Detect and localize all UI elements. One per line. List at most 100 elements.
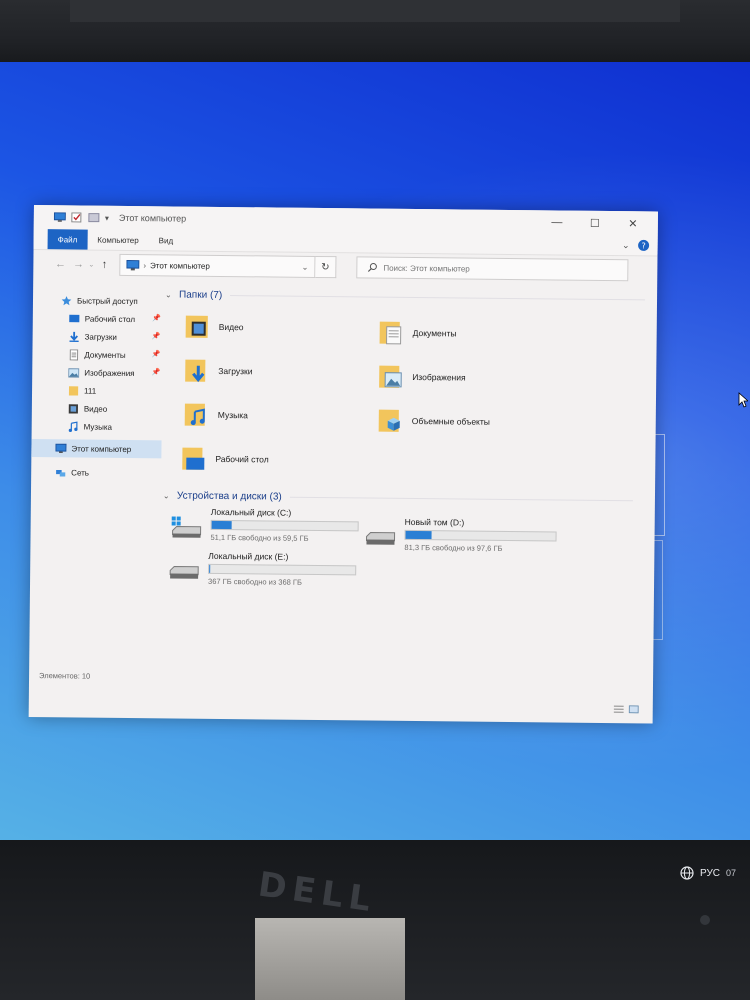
drive-icon (365, 532, 396, 545)
search-box[interactable] (356, 256, 629, 282)
folder-desktop[interactable]: Рабочий стол (179, 445, 269, 474)
large-icons-view-icon[interactable] (628, 705, 639, 714)
folder-videos[interactable]: Видео (183, 313, 244, 342)
file-explorer-window: ▾ Этот компьютер — ☐ ✕ Файл Компьютер Ви… (28, 205, 658, 724)
monitor-top-bezel (0, 0, 750, 70)
sidebar-item-111[interactable]: 111 (32, 381, 162, 400)
help-icon[interactable]: ? (638, 239, 650, 251)
tab-file[interactable]: Файл (47, 229, 88, 250)
language-indicator[interactable]: РУС (700, 868, 720, 879)
forward-button[interactable]: → (69, 255, 87, 273)
clock[interactable]: 07 (726, 868, 736, 878)
sidebar-item-label: Рабочий стол (84, 314, 136, 324)
expand-ribbon-icon[interactable]: ⌄ (622, 240, 630, 251)
sidebar-item-desktop[interactable]: Рабочий стол 📌 (33, 309, 163, 328)
details-view-icon[interactable] (613, 705, 624, 713)
downloads-folder-icon (185, 359, 206, 383)
system-tray: РУС 07 (680, 858, 750, 888)
image-icon (68, 367, 80, 378)
address-dropdown-icon[interactable]: ⌄ (302, 262, 309, 271)
drive-c[interactable]: Локальный диск (C:) 51,1 ГБ свободно из … (170, 506, 359, 543)
sidebar-item-label: Документы (84, 350, 126, 360)
globe-icon[interactable] (680, 866, 694, 880)
mouse-cursor-icon (738, 392, 748, 408)
address-bar[interactable]: › Этот компьютер ⌄ (119, 253, 316, 278)
sidebar-item-this-pc[interactable]: Этот компьютер (31, 438, 162, 459)
pin-icon[interactable]: 📌 (152, 350, 161, 358)
breadcrumb[interactable]: Этот компьютер (150, 261, 210, 271)
sidebar-item-label: Изображения (84, 368, 135, 378)
storage-bar (210, 519, 359, 532)
maximize-button[interactable]: ☐ (576, 211, 614, 235)
computer-icon (55, 443, 67, 453)
pin-icon[interactable]: 📌 (151, 368, 160, 376)
sidebar-item-label: Загрузки (84, 332, 117, 342)
search-icon (367, 263, 377, 272)
view-switcher (613, 705, 639, 714)
documents-folder-icon (379, 321, 402, 345)
star-icon (61, 295, 72, 305)
pictures-folder-icon (379, 365, 402, 388)
up-button[interactable]: ↑ (95, 256, 113, 274)
sidebar-item-downloads[interactable]: Загрузки 📌 (33, 327, 163, 346)
chevron-down-icon[interactable]: ⌄ (165, 290, 175, 299)
power-indicator (700, 915, 710, 925)
pin-icon[interactable]: 📌 (152, 314, 161, 322)
window-title: Этот компьютер (118, 212, 187, 224)
sidebar-item-pictures[interactable]: Изображения 📌 (32, 363, 162, 382)
drive-icon (169, 565, 199, 579)
chevron-down-icon[interactable]: ⌄ (163, 491, 173, 500)
folder-icon (68, 385, 79, 396)
storage-bar-fill (405, 530, 432, 540)
storage-bar-fill (209, 564, 211, 573)
content-pane: ⌄ Папки (7) Видео Документы Загрузки Изо… (161, 286, 646, 681)
customize-toolbar-icon[interactable]: ▾ (105, 213, 109, 222)
folder-pictures[interactable]: Изображения (376, 363, 466, 392)
sidebar-item-label: Быстрый доступ (76, 295, 138, 306)
sidebar-item-videos[interactable]: Видео (32, 399, 162, 418)
recent-locations-button[interactable]: ⌄ (87, 256, 95, 274)
breadcrumb-separator-icon[interactable]: › (143, 261, 146, 270)
folder-music[interactable]: Музыка (182, 401, 248, 430)
new-folder-icon[interactable] (88, 213, 100, 223)
storage-bar (208, 563, 357, 576)
desktop-folder-icon (182, 447, 205, 470)
properties-icon[interactable] (71, 212, 83, 223)
back-button[interactable]: ← (51, 255, 69, 273)
sidebar-item-music[interactable]: Музыка (32, 417, 162, 436)
document-icon (69, 348, 79, 360)
windows-drive-icon (171, 516, 202, 538)
tab-computer[interactable]: Компьютер (87, 230, 149, 251)
close-button[interactable]: ✕ (614, 211, 652, 235)
status-bar-item-count: Элементов: 10 (39, 671, 91, 681)
minimize-button[interactable]: — (538, 210, 576, 234)
search-input[interactable] (383, 263, 604, 275)
folder-downloads[interactable]: Загрузки (182, 357, 253, 386)
refresh-button[interactable]: ↻ (315, 255, 337, 279)
quick-access-toolbar: ▾ (53, 212, 109, 223)
desktop-icon (69, 314, 80, 322)
drive-d[interactable]: Новый том (D:) 81,3 ГБ свободно из 97,6 … (364, 516, 557, 553)
sidebar-item-label: Музыка (83, 422, 113, 432)
storage-bar (404, 529, 557, 542)
navigation-pane: Быстрый доступ Рабочий стол 📌 Загрузки 📌… (29, 285, 163, 676)
sidebar-item-documents[interactable]: Документы 📌 (32, 345, 162, 364)
tab-view[interactable]: Вид (149, 230, 184, 250)
folders-group-header[interactable]: ⌄ Папки (7) (165, 286, 646, 307)
drives-group-header[interactable]: ⌄ Устройства и диски (3) (163, 487, 633, 508)
sidebar-item-label: 111 (84, 386, 97, 396)
sidebar-item-label: Видео (83, 404, 108, 414)
pin-icon[interactable]: 📌 (152, 332, 161, 340)
music-icon (68, 420, 78, 432)
network-icon (56, 469, 66, 477)
folder-documents[interactable]: Документы (377, 319, 457, 348)
folder-3d-objects[interactable]: Объемные объекты (376, 407, 490, 436)
window-controls: — ☐ ✕ (538, 210, 652, 235)
sidebar-item-label: Сеть (71, 467, 90, 478)
monitor-stand (255, 918, 405, 1000)
sidebar-item-network[interactable]: Сеть (31, 463, 161, 482)
monitor-slot (70, 0, 680, 22)
computer-icon (53, 212, 66, 222)
sidebar-item-quick-access[interactable]: Быстрый доступ (33, 291, 163, 310)
drive-e[interactable]: Локальный диск (E:) 367 ГБ свободно из 3… (168, 550, 357, 587)
